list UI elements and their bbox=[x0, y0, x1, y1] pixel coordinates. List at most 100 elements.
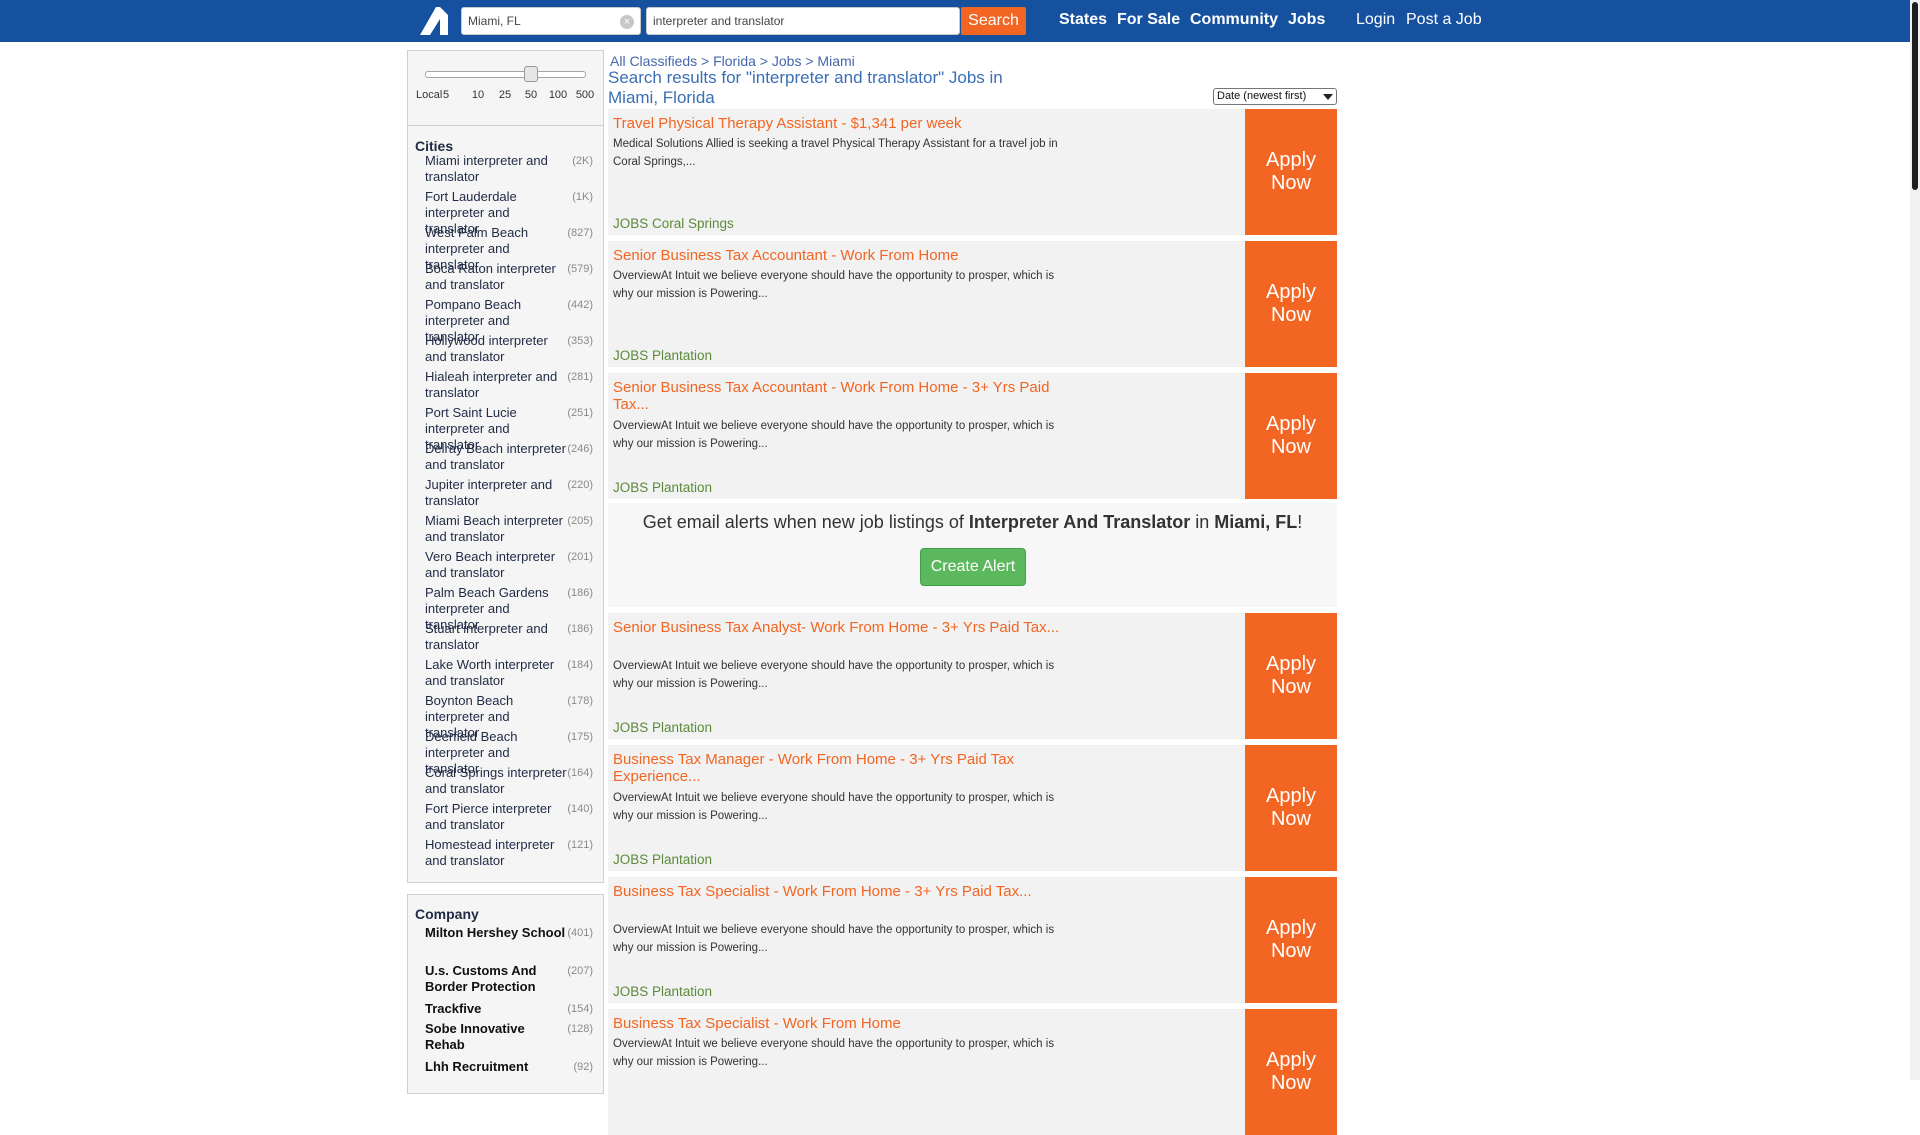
city-facet-item[interactable]: Stuart interpreter and translator (186) bbox=[425, 621, 595, 653]
search-button[interactable]: Search bbox=[961, 7, 1026, 35]
job-description: OverviewAt Intuit we believe everyone sh… bbox=[613, 1038, 1055, 1068]
distance-tick-500[interactable]: 500 bbox=[570, 89, 600, 101]
distance-tick-5[interactable]: 5 bbox=[431, 89, 461, 101]
nav-community-link[interactable]: Community bbox=[1190, 11, 1278, 29]
breadcrumb-all-classifieds[interactable]: All Classifieds bbox=[610, 53, 697, 69]
city-facet-item[interactable]: Miami interpreter and translator (2K) bbox=[425, 153, 595, 185]
job-location-link[interactable]: JOBS Plantation bbox=[613, 348, 712, 363]
city-facet-item[interactable]: Coral Springs interpreter and translator… bbox=[425, 765, 595, 797]
job-description: OverviewAt Intuit we believe everyone sh… bbox=[613, 420, 1055, 450]
nav-states-link[interactable]: States bbox=[1059, 11, 1107, 29]
breadcrumb-florida[interactable]: Florida bbox=[713, 53, 756, 69]
distance-tick-50[interactable]: 50 bbox=[516, 89, 546, 101]
job-location-link[interactable]: JOBS Coral Springs bbox=[613, 216, 734, 231]
city-facet-count: (1K) bbox=[572, 191, 593, 203]
city-facet-label: Vero Beach interpreter and translator bbox=[425, 549, 556, 580]
post-job-link[interactable]: Post a Job bbox=[1406, 11, 1482, 29]
job-location-link[interactable]: JOBS Plantation bbox=[613, 480, 712, 495]
distance-tick-100[interactable]: 100 bbox=[543, 89, 573, 101]
alert-keyword: Interpreter And Translator bbox=[968, 512, 1191, 532]
nav-jobs-link[interactable]: Jobs bbox=[1288, 11, 1325, 29]
city-facet-item[interactable]: Homestead interpreter and translator (121… bbox=[425, 837, 595, 869]
city-facet-label: Delray Beach interpreter and translator bbox=[425, 441, 566, 472]
distance-tick-10[interactable]: 10 bbox=[463, 89, 493, 101]
city-facet-label: Coral Springs interpreter and translator bbox=[425, 765, 567, 796]
job-card: Business Tax Specialist - Work From Home… bbox=[608, 877, 1337, 1003]
company-facet-item[interactable]: U.s. Customs And Border Protection (207) bbox=[425, 963, 595, 995]
job-location-link[interactable]: JOBS Plantation bbox=[613, 720, 712, 735]
job-title-link[interactable]: Senior Business Tax Accountant - Work Fr… bbox=[613, 379, 1063, 413]
company-facet-count: (154) bbox=[567, 1003, 593, 1015]
city-facet-item[interactable]: Jupiter interpreter and translator (220) bbox=[425, 477, 595, 509]
location-field[interactable]: × bbox=[461, 7, 641, 35]
company-facet-count: (92) bbox=[573, 1061, 593, 1073]
city-facet-item[interactable]: Miami Beach interpreter and translator (2… bbox=[425, 513, 595, 545]
clear-location-icon[interactable]: × bbox=[620, 15, 634, 29]
city-facet-item[interactable]: Hollywood interpreter and translator (353… bbox=[425, 333, 595, 365]
city-facet-label: Lake Worth interpreter and translator bbox=[425, 657, 555, 688]
apply-now-button[interactable]: Apply Now bbox=[1245, 1009, 1337, 1135]
company-facet-item[interactable]: Trackfive (154) bbox=[425, 1001, 595, 1017]
alert-text-middle: in bbox=[1190, 512, 1215, 532]
page-scrollbar[interactable] bbox=[1910, 0, 1920, 1080]
breadcrumb-jobs[interactable]: Jobs bbox=[772, 53, 802, 69]
breadcrumb-miami[interactable]: Miami bbox=[817, 53, 854, 69]
city-facet-count: (251) bbox=[567, 407, 593, 419]
nav-for-sale-link[interactable]: For Sale bbox=[1117, 11, 1180, 29]
city-facet-label: Miami Beach interpreter and translator bbox=[425, 513, 563, 544]
city-facet-item[interactable]: Delray Beach interpreter and translator(… bbox=[425, 441, 595, 473]
job-card: Travel Physical Therapy Assistant - $1,3… bbox=[608, 109, 1337, 235]
city-facet-label: Boca Raton interpreter and translator bbox=[425, 261, 556, 292]
job-title-link[interactable]: Travel Physical Therapy Assistant - $1,3… bbox=[613, 115, 1063, 132]
job-card: Business Tax Specialist - Work From Home… bbox=[608, 1009, 1337, 1135]
job-title-link[interactable]: Business Tax Specialist - Work From Home… bbox=[613, 883, 1063, 900]
job-location-link[interactable]: JOBS Plantation bbox=[613, 984, 712, 999]
alert-text-prefix: Get email alerts when new job listings o… bbox=[642, 512, 969, 532]
city-facet-count: (2K) bbox=[572, 155, 593, 167]
alert-place: Miami, FL bbox=[1214, 512, 1298, 532]
apply-now-button[interactable]: Apply Now bbox=[1245, 613, 1337, 739]
company-facet-item[interactable]: Sobe Innovative Rehab (128) bbox=[425, 1021, 595, 1053]
apply-now-button[interactable]: Apply Now bbox=[1245, 745, 1337, 871]
job-title-link[interactable]: Business Tax Manager - Work From Home - … bbox=[613, 751, 1063, 785]
login-link[interactable]: Login bbox=[1356, 11, 1395, 29]
city-facet-count: (201) bbox=[567, 551, 593, 563]
company-facet-item[interactable]: Lhh Recruitment (92) bbox=[425, 1059, 595, 1075]
apply-now-button[interactable]: Apply Now bbox=[1245, 877, 1337, 1003]
apply-now-button[interactable]: Apply Now bbox=[1245, 241, 1337, 367]
city-facet-label: Hollywood interpreter and translator bbox=[425, 333, 548, 364]
sort-dropdown[interactable]: Date (newest first) bbox=[1213, 88, 1337, 105]
apply-now-button[interactable]: Apply Now bbox=[1245, 109, 1337, 235]
job-title-link[interactable]: Senior Business Tax Accountant - Work Fr… bbox=[613, 247, 1063, 264]
city-facet-count: (140) bbox=[567, 803, 593, 815]
keyword-input[interactable] bbox=[646, 7, 960, 35]
company-facet-label: U.s. Customs And Border Protection bbox=[425, 963, 537, 994]
city-facet-item[interactable]: Vero Beach interpreter and translator (20… bbox=[425, 549, 595, 581]
dropdown-arrow-icon bbox=[1323, 94, 1333, 100]
location-input[interactable] bbox=[462, 8, 640, 34]
city-facet-item[interactable]: Lake Worth interpreter and translator (18… bbox=[425, 657, 595, 689]
company-facet-count: (128) bbox=[567, 1023, 593, 1035]
city-facet-count: (579) bbox=[567, 263, 593, 275]
apply-now-button[interactable]: Apply Now bbox=[1245, 373, 1337, 499]
sort-selected-value: Date (newest first) bbox=[1217, 90, 1307, 102]
job-description: OverviewAt Intuit we believe everyone sh… bbox=[613, 792, 1055, 822]
breadcrumb-separator: > bbox=[805, 53, 814, 69]
distance-slider-track[interactable] bbox=[425, 71, 586, 78]
job-location-link[interactable]: JOBS Plantation bbox=[613, 852, 712, 867]
city-facet-count: (186) bbox=[567, 587, 593, 599]
alert-text-suffix: ! bbox=[1297, 512, 1303, 532]
email-alert-text: Get email alerts when new job listings o… bbox=[608, 512, 1337, 533]
city-facet-count: (205) bbox=[567, 515, 593, 527]
job-title-link[interactable]: Business Tax Specialist - Work From Home bbox=[613, 1015, 1063, 1032]
city-facet-item[interactable]: Boca Raton interpreter and translator (57… bbox=[425, 261, 595, 293]
create-alert-button[interactable]: Create Alert bbox=[920, 548, 1026, 586]
company-facet-item[interactable]: Milton Hershey School (401) bbox=[425, 925, 595, 941]
job-card: Senior Business Tax Accountant - Work Fr… bbox=[608, 241, 1337, 367]
city-facet-item[interactable]: Fort Pierce interpreter and translator (1… bbox=[425, 801, 595, 833]
job-title-link[interactable]: Senior Business Tax Analyst- Work From H… bbox=[613, 619, 1063, 636]
city-facet-item[interactable]: Hialeah interpreter and translator (281) bbox=[425, 369, 595, 401]
site-logo-icon[interactable] bbox=[418, 5, 450, 37]
distance-slider-handle[interactable] bbox=[524, 66, 538, 82]
scrollbar-thumb[interactable] bbox=[1912, 2, 1918, 190]
